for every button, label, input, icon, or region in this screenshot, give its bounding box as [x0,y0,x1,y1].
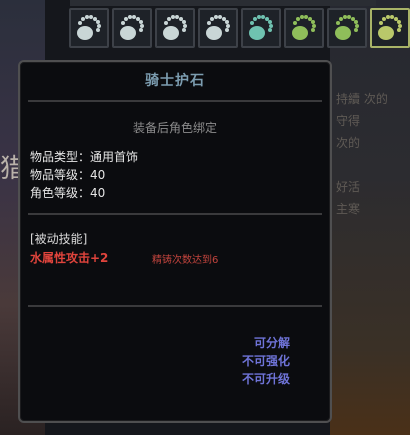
stat-value: 40 [90,168,106,182]
item-tooltip: 骑士护石 装备后角色绑定 物品类型：通用首饰 物品等级：40 角色等级：40 [… [18,60,332,423]
stat-row-item-type: 物品类型：通用首饰 [30,148,138,166]
green-bead-bag-icon [292,15,316,40]
background-text-fragment [336,308,396,330]
white-bead-bag-icon [206,15,230,40]
white-bead-bag-icon [77,15,101,40]
background-text-fragment: 好活 [336,180,361,194]
stat-label: 角色等级： [30,186,91,200]
tooltip-divider [28,213,322,215]
background-text-fragment [336,330,396,352]
inventory-top-strip [70,0,376,6]
stat-row-item-level: 物品等级：40 [30,166,138,184]
tooltip-divider [28,305,322,307]
background-text-fragment [336,154,396,176]
inventory-slot[interactable] [284,8,324,48]
background-text-fragment [336,242,396,264]
tooltip-divider [28,100,322,102]
background-text-fragments: 持續 次的守得次的好活主寒 [336,88,396,352]
inventory-slot[interactable] [198,8,238,48]
flag-not-upgradable: 不可升级 [241,372,290,386]
item-stats: 物品类型：通用首饰 物品等级：40 角色等级：40 [30,148,138,202]
flag-decomposable: 可分解 [253,336,290,350]
inventory-slot[interactable] [241,8,281,48]
background-text-fragment: 守得 [336,114,361,128]
white-bead-bag-icon [120,15,144,40]
flag-not-enhanceable: 不可强化 [241,354,290,368]
teal-bead-bag-icon [249,15,273,40]
background-text-fragment [336,286,396,308]
stat-value: 通用首饰 [90,150,139,164]
background-text-fragment: 持續 次的 [336,92,388,106]
stat-value: 40 [90,186,106,200]
background-text-fragment: 主寒 [336,202,361,216]
white-bead-bag-icon [163,15,187,40]
inventory-slot[interactable] [155,8,195,48]
bind-note: 装备后角色绑定 [132,121,217,135]
inventory-slot-row [69,8,410,52]
background-text-fragment [336,220,396,242]
passive-skill-effect: 水属性攻击+2 [30,251,109,265]
stat-label: 物品类型： [30,150,91,164]
green-bead-bag-icon [378,15,402,40]
passive-skill-header: [被动技能] [30,232,88,246]
background-text-fragment: 次的 [336,136,361,150]
green-bead-bag-icon [335,15,359,40]
item-flags: 可分解 不可强化 不可升级 [242,334,290,388]
inventory-slot[interactable] [370,8,410,48]
stat-row-character-level: 角色等级：40 [30,184,138,202]
stat-label: 物品等级： [30,168,91,182]
inventory-slot[interactable] [327,8,367,48]
passive-skill-condition: 精铸次数达到6 [152,255,219,266]
item-name: 骑士护石 [145,73,205,89]
background-text-fragment [336,264,396,286]
inventory-slot[interactable] [112,8,152,48]
inventory-slot[interactable] [69,8,109,48]
